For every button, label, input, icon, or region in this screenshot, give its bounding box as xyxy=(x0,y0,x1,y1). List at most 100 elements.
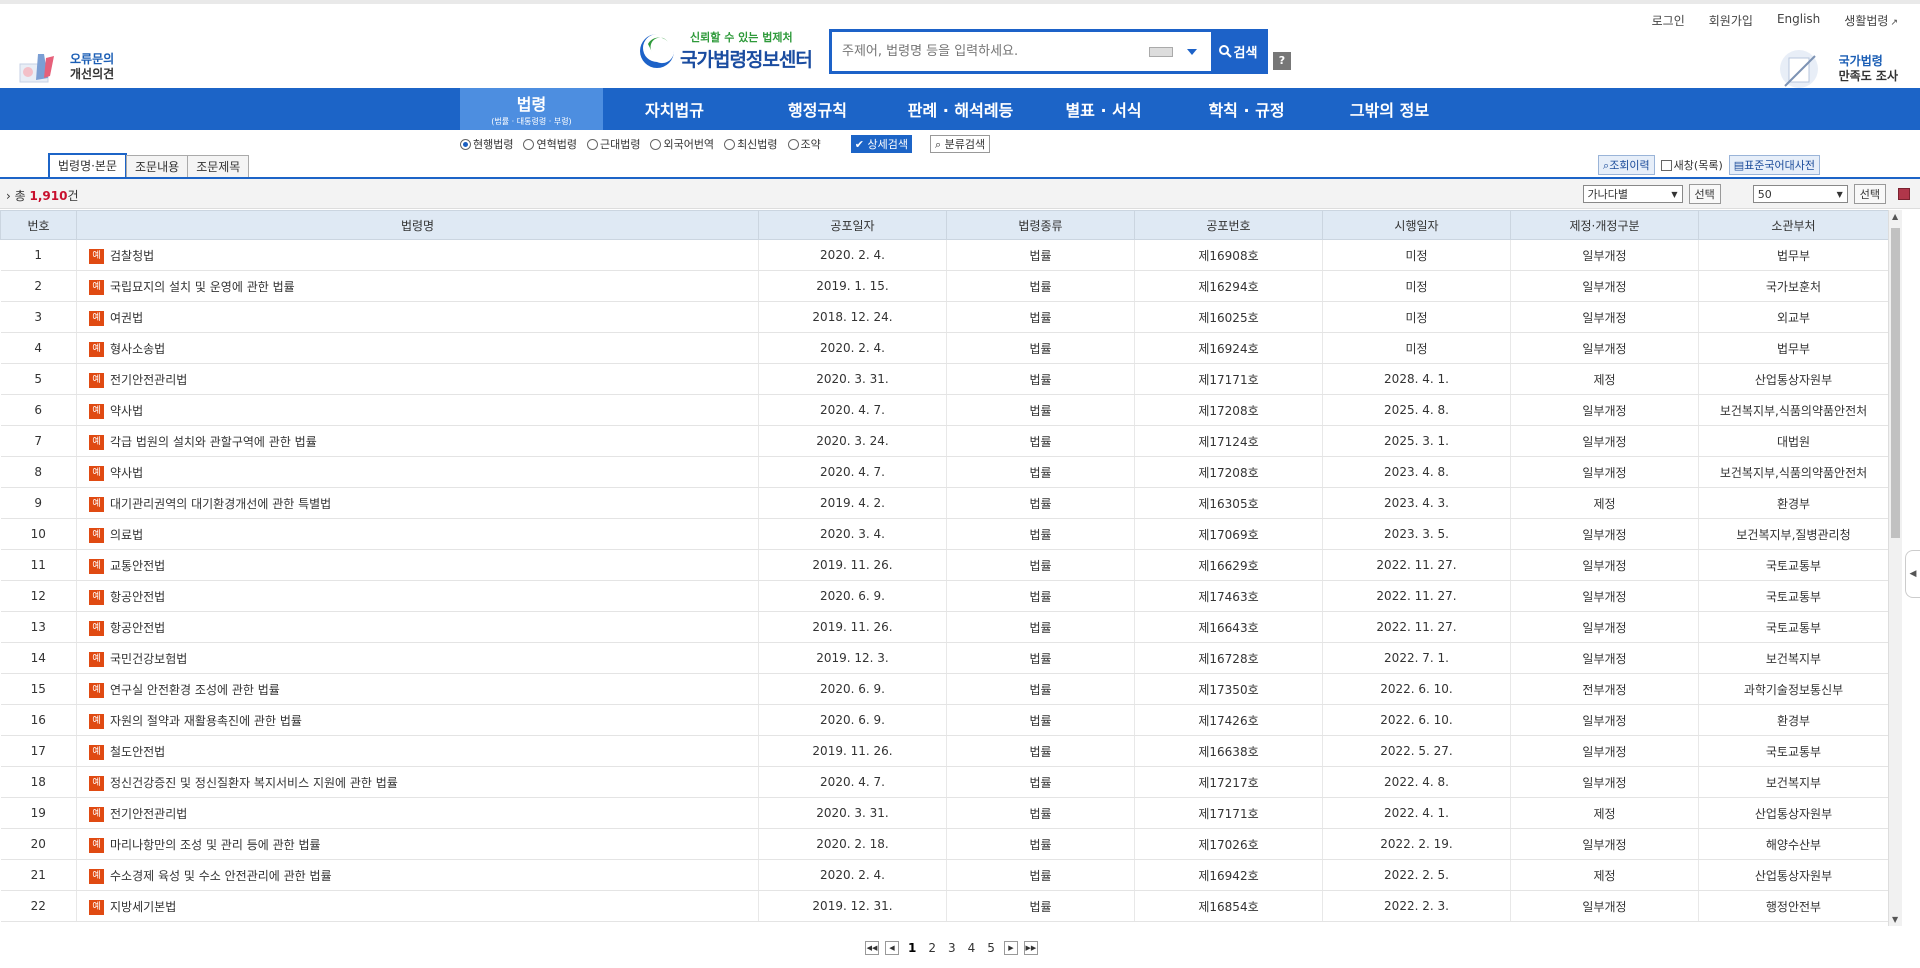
radio-current-law[interactable]: 현행법령 xyxy=(460,136,513,152)
page-2[interactable]: 2 xyxy=(925,941,939,955)
law-name-link[interactable]: 전기안전관리법 xyxy=(110,373,187,387)
example-badge-icon[interactable]: 예 xyxy=(89,651,104,667)
next-page-icon[interactable]: ▶ xyxy=(1003,941,1018,955)
sort-apply-button[interactable]: 선택 xyxy=(1688,184,1721,204)
save-icon[interactable] xyxy=(1898,188,1910,200)
per-page-apply-button[interactable]: 선택 xyxy=(1853,184,1886,204)
tab-law-name-body[interactable]: 법령명·본문 xyxy=(48,153,128,177)
search-button[interactable]: 검색 xyxy=(1211,32,1265,71)
col-header-amendment-type[interactable]: 제정·개정구분 xyxy=(1510,210,1699,240)
cell-law-name[interactable]: 예 의료법 xyxy=(76,518,759,550)
per-page-select[interactable]: 50 xyxy=(1752,185,1848,203)
law-name-link[interactable]: 철도안전법 xyxy=(110,745,165,759)
nav-law[interactable]: 법령 (법률 · 대통령령 · 부령) xyxy=(460,88,603,130)
class-search-button[interactable]: ⌕ 분류검색 xyxy=(930,135,991,153)
page-3[interactable]: 3 xyxy=(945,941,959,955)
table-row[interactable]: 1 예 검찰청법 2020. 2. 4. 법률 제16908호 미정 일부개정 법무부 xyxy=(0,239,1888,271)
table-row[interactable]: 6 예 약사법 2020. 4. 7. 법률 제17208호 2025. 4. 8. 일부개정… xyxy=(0,394,1888,426)
table-row[interactable]: 18 예 정신건강증진 및 정신질환자 복지서비스 지원에 관한 법률 2020. 4… xyxy=(0,766,1888,798)
col-header-law-type[interactable]: 법령종류 xyxy=(946,210,1135,240)
example-badge-icon[interactable]: 예 xyxy=(89,713,104,729)
law-name-link[interactable]: 수소경제 육성 및 수소 안전관리에 관한 법률 xyxy=(110,869,332,883)
table-row[interactable]: 4 예 형사소송법 2020. 2. 4. 법률 제16924호 미정 일부개정 법무부 xyxy=(0,332,1888,364)
scroll-thumb[interactable] xyxy=(1891,228,1900,538)
example-badge-icon[interactable]: 예 xyxy=(89,899,104,915)
nav-admin-rule[interactable]: 행정규칙 xyxy=(746,88,889,130)
search-input[interactable] xyxy=(832,32,1149,71)
scroll-up-icon[interactable]: ▲ xyxy=(1892,212,1898,221)
example-badge-icon[interactable]: 예 xyxy=(89,837,104,853)
example-badge-icon[interactable]: 예 xyxy=(89,558,104,574)
cell-law-name[interactable]: 예 각급 법원의 설치와 관할구역에 관한 법률 xyxy=(76,425,759,457)
example-badge-icon[interactable]: 예 xyxy=(89,682,104,698)
keyboard-icon[interactable] xyxy=(1149,47,1173,57)
detail-search-button[interactable]: ✔ 상세검색 xyxy=(850,135,912,153)
side-panel-toggle-icon[interactable]: ◀ xyxy=(1905,550,1920,598)
law-name-link[interactable]: 자원의 절약과 재활용촉진에 관한 법률 xyxy=(110,714,302,728)
law-name-link[interactable]: 항공안전법 xyxy=(110,621,165,635)
radio-modern-law[interactable]: 근대법령 xyxy=(586,136,640,152)
example-badge-icon[interactable]: 예 xyxy=(89,527,104,543)
cell-law-name[interactable]: 예 정신건강증진 및 정신질환자 복지서비스 지원에 관한 법률 xyxy=(76,766,759,798)
cell-law-name[interactable]: 예 약사법 xyxy=(76,394,759,426)
example-badge-icon[interactable]: 예 xyxy=(89,403,104,419)
life-law-link[interactable]: 생활법령 ↗ xyxy=(1844,12,1898,29)
signup-link[interactable]: 회원가입 xyxy=(1709,12,1753,29)
law-name-link[interactable]: 각급 법원의 설치와 관할구역에 관한 법률 xyxy=(110,435,317,449)
site-logo[interactable]: 신뢰할 수 있는 법제처 국가법령정보센터 xyxy=(638,29,813,72)
law-name-link[interactable]: 연구실 안전환경 조성에 관한 법률 xyxy=(110,683,280,697)
cell-law-name[interactable]: 예 자원의 절약과 재활용촉진에 관한 법률 xyxy=(76,704,759,736)
first-page-icon[interactable]: ◀◀ xyxy=(865,941,879,955)
prev-page-icon[interactable]: ◀ xyxy=(885,941,899,955)
cell-law-name[interactable]: 예 항공안전법 xyxy=(76,611,759,643)
cell-law-name[interactable]: 예 마리나항만의 조성 및 관리 등에 관한 법률 xyxy=(76,828,759,860)
table-row[interactable]: 12 예 항공안전법 2020. 6. 9. 법률 제17463호 2022. 11. 27… xyxy=(0,580,1888,612)
law-name-link[interactable]: 약사법 xyxy=(110,404,143,418)
law-name-link[interactable]: 항공안전법 xyxy=(110,590,165,604)
table-row[interactable]: 22 예 지방세기본법 2019. 12. 31. 법률 제16854호 2022. 2. … xyxy=(0,890,1888,922)
tab-article-content[interactable]: 조문내용 xyxy=(126,155,189,177)
col-header-promulgation-date[interactable]: 공포일자 xyxy=(758,210,947,240)
english-link[interactable]: English xyxy=(1777,12,1820,29)
law-name-link[interactable]: 마리나항만의 조성 및 관리 등에 관한 법률 xyxy=(110,838,321,852)
law-name-link[interactable]: 지방세기본법 xyxy=(110,900,176,914)
table-row[interactable]: 2 예 국립묘지의 설치 및 운영에 관한 법률 2019. 1. 15. 법률 제162… xyxy=(0,270,1888,302)
example-badge-icon[interactable]: 예 xyxy=(89,372,104,388)
cell-law-name[interactable]: 예 수소경제 육성 및 수소 안전관리에 관한 법률 xyxy=(76,859,759,891)
page-5[interactable]: 5 xyxy=(984,941,998,955)
table-row[interactable]: 11 예 교통안전법 2019. 11. 26. 법률 제16629호 2022. 11. … xyxy=(0,549,1888,581)
cell-law-name[interactable]: 예 국민건강보험법 xyxy=(76,642,759,674)
cell-law-name[interactable]: 예 교통안전법 xyxy=(76,549,759,581)
sort-select[interactable]: 가나다별 xyxy=(1582,185,1683,203)
nav-precedent[interactable]: 판례 · 해석례등 xyxy=(889,88,1032,130)
law-name-link[interactable]: 의료법 xyxy=(110,528,143,542)
col-header-number[interactable]: 번호 xyxy=(0,210,77,240)
cell-law-name[interactable]: 예 대기관리권역의 대기환경개선에 관한 특별법 xyxy=(76,487,759,519)
table-row[interactable]: 8 예 약사법 2020. 4. 7. 법률 제17208호 2023. 4. 8. 일부개정… xyxy=(0,456,1888,488)
new-window-checkbox[interactable]: 새창(목록) xyxy=(1660,157,1723,173)
chevron-down-icon[interactable] xyxy=(1187,49,1197,55)
cell-law-name[interactable]: 예 검찰청법 xyxy=(76,239,759,271)
table-row[interactable]: 20 예 마리나항만의 조성 및 관리 등에 관한 법률 2020. 2. 18. 법률… xyxy=(0,828,1888,860)
example-badge-icon[interactable]: 예 xyxy=(89,434,104,450)
example-badge-icon[interactable]: 예 xyxy=(89,620,104,636)
example-badge-icon[interactable]: 예 xyxy=(89,465,104,481)
law-name-link[interactable]: 형사소송법 xyxy=(110,342,165,356)
radio-treaty[interactable]: 조약 xyxy=(787,136,821,152)
example-badge-icon[interactable]: 예 xyxy=(89,775,104,791)
cell-law-name[interactable]: 예 전기안전관리법 xyxy=(76,797,759,829)
last-page-icon[interactable]: ▶▶ xyxy=(1023,941,1038,955)
radio-foreign-translation[interactable]: 외국어번역 xyxy=(650,136,714,152)
col-header-ministry[interactable]: 소관부처 xyxy=(1698,210,1888,240)
page-4[interactable]: 4 xyxy=(965,941,979,955)
cell-law-name[interactable]: 예 국립묘지의 설치 및 운영에 관한 법률 xyxy=(76,270,759,302)
table-row[interactable]: 19 예 전기안전관리법 2020. 3. 31. 법률 제17171호 2022. 4. … xyxy=(0,797,1888,829)
law-name-link[interactable]: 전기안전관리법 xyxy=(110,807,187,821)
nav-local-law[interactable]: 자치법규 xyxy=(603,88,746,130)
cell-law-name[interactable]: 예 지방세기본법 xyxy=(76,890,759,922)
table-scrollbar[interactable]: ▲ ▼ xyxy=(1888,210,1902,926)
table-row[interactable]: 13 예 항공안전법 2019. 11. 26. 법률 제16643호 2022. 11. … xyxy=(0,611,1888,643)
nav-other-info[interactable]: 그밖의 정보 xyxy=(1318,88,1461,130)
example-badge-icon[interactable]: 예 xyxy=(89,279,104,295)
law-name-link[interactable]: 대기관리권역의 대기환경개선에 관한 특별법 xyxy=(110,497,331,511)
